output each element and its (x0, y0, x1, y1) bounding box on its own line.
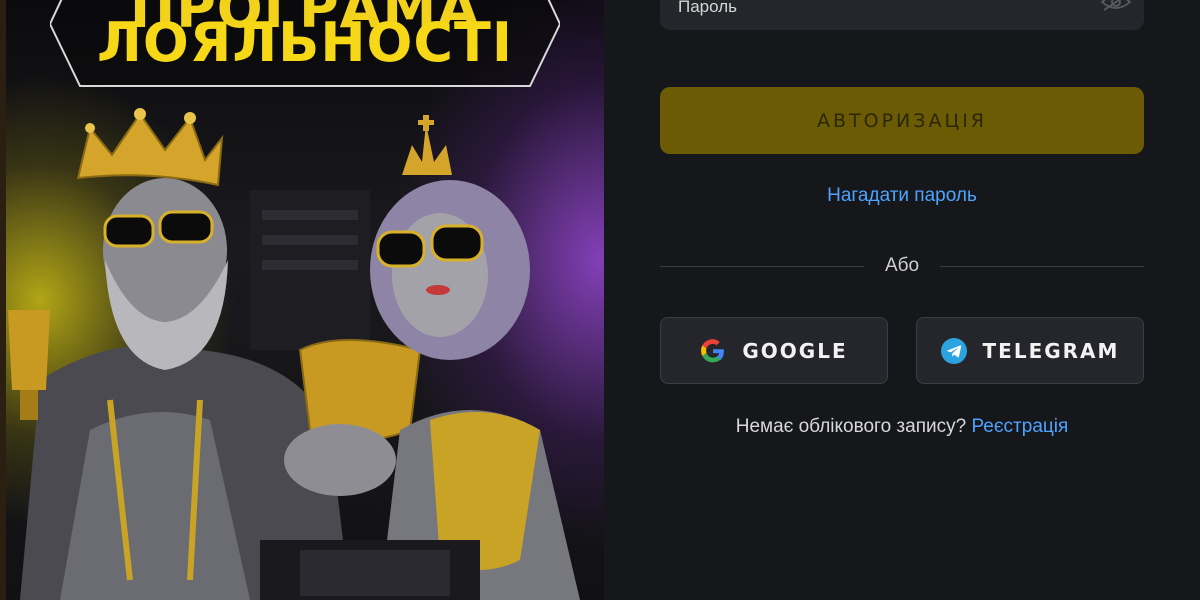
register-link[interactable]: Реєстрація (971, 416, 1068, 437)
password-input[interactable] (678, 0, 1078, 18)
divider-label: Або (884, 255, 920, 276)
google-login-button[interactable]: GOOGLE (660, 317, 888, 384)
divider-line-left (660, 266, 864, 267)
password-field (660, 0, 1144, 30)
banner-title-line2: ЛОЯЛЬНОСТІ (96, 11, 513, 74)
or-divider: Або (660, 255, 1144, 277)
telegram-icon (940, 337, 967, 364)
kings-illustration (8, 108, 580, 600)
forgot-password-link[interactable]: Нагадати пароль (660, 185, 1144, 207)
signup-prompt-text: Немає облікового запису? (735, 416, 967, 437)
divider-line-right (940, 266, 1144, 267)
loyalty-banner: ПРОГРАМА ЛОЯЛЬНОСТІ (0, 0, 604, 600)
authorize-button[interactable]: АВТОРИЗАЦІЯ (660, 87, 1144, 154)
banner-title-frame: ПРОГРАМА ЛОЯЛЬНОСТІ (50, 0, 560, 88)
telegram-label: TELEGRAM (982, 338, 1120, 363)
signup-prompt: Немає облікового запису? Реєстрація (660, 416, 1144, 438)
eye-slash-icon[interactable] (1100, 0, 1132, 12)
google-icon (701, 338, 725, 362)
telegram-login-button[interactable]: TELEGRAM (916, 317, 1144, 384)
google-label: GOOGLE (742, 338, 848, 363)
login-panel: АВТОРИЗАЦІЯ Нагадати пароль Або GOOGLE T… (604, 0, 1200, 600)
